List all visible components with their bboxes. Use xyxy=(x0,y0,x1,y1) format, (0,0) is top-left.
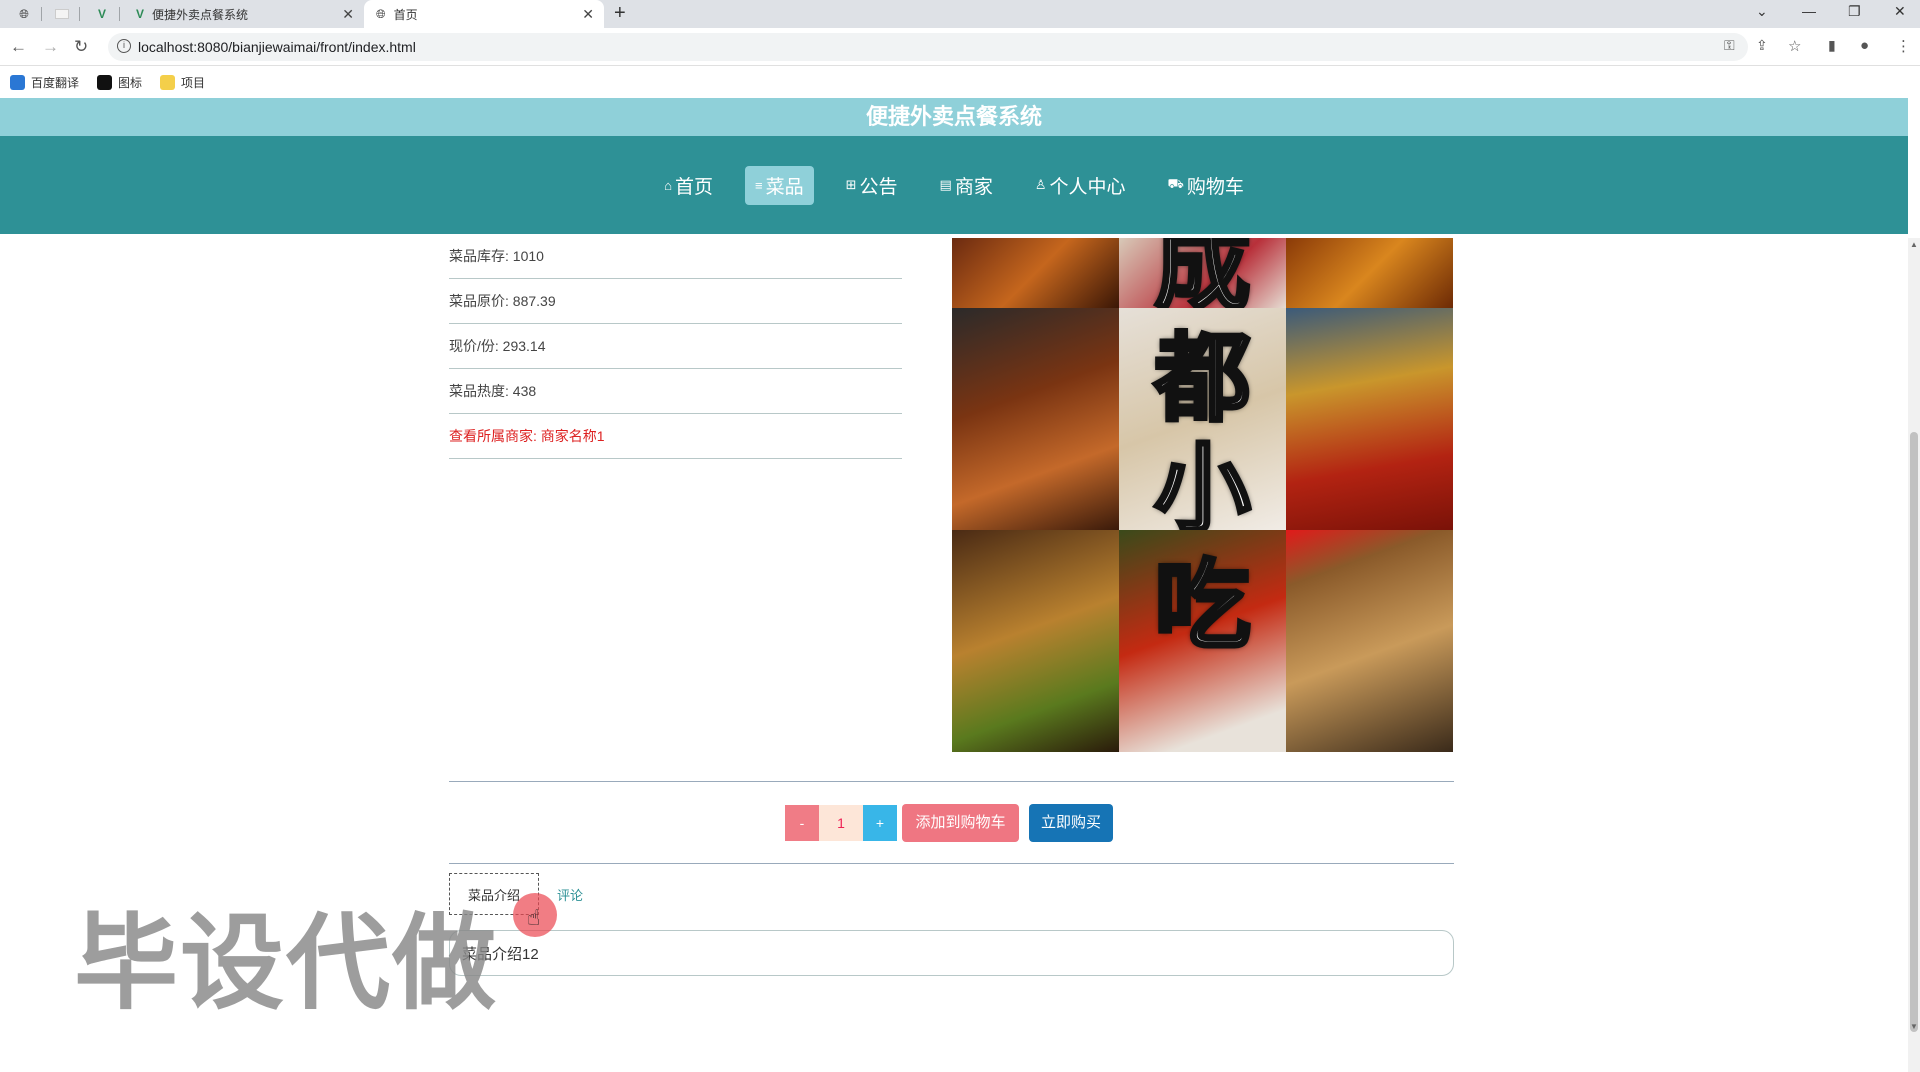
home-icon: ⌂ xyxy=(664,177,672,193)
food-tile xyxy=(952,238,1119,308)
close-window-button[interactable]: ✕ xyxy=(1894,3,1906,20)
tab-home[interactable]: 🌐︎ 首页 ✕ xyxy=(364,0,604,28)
buy-now-button[interactable]: 立即购买 xyxy=(1029,804,1113,842)
icon-font-icon xyxy=(97,74,113,90)
scroll-down-icon[interactable]: ▼ xyxy=(1910,1022,1918,1031)
divider xyxy=(449,781,1454,782)
food-tile: 吃 xyxy=(1119,530,1286,752)
minimize-button[interactable]: — xyxy=(1802,3,1816,19)
store-icon: ▤ xyxy=(939,177,952,192)
food-tile xyxy=(952,308,1119,530)
url-text: localhost:8080/bianjiewaimai/front/index… xyxy=(138,39,416,55)
pinned-tab-blank[interactable] xyxy=(44,0,80,28)
new-tab-button[interactable]: + xyxy=(614,2,626,25)
image-char: 成 xyxy=(1153,238,1253,308)
food-tile xyxy=(1286,530,1453,752)
divider xyxy=(449,863,1454,864)
food-tile xyxy=(1286,308,1453,530)
bookmarks-bar: 百度翻译 图标 项目 xyxy=(0,67,1920,97)
image-char: 吃 xyxy=(1153,547,1253,663)
merchant-link[interactable]: 查看所属商家: 商家名称1 xyxy=(449,414,902,459)
pinned-tab-vue[interactable]: V xyxy=(84,0,120,28)
watermark: 毕设代做 xyxy=(74,902,499,1024)
user-icon: ♙ xyxy=(1034,177,1047,192)
food-tile: 都 小 xyxy=(1119,308,1286,530)
site-title: 便捷外卖点餐系统 xyxy=(0,98,1908,136)
address-bar-row: ← → ↻ i localhost:8080/bianjiewaimai/fro… xyxy=(0,28,1920,66)
browser-tab-strip: 🌐︎ V V 便捷外卖点餐系统 ✕ 🌐︎ 首页 ✕ + ⌄ — ❐ ✕ xyxy=(0,0,1920,28)
popularity-row: 菜品热度: 438 xyxy=(449,369,902,414)
key-icon[interactable]: ⚿ xyxy=(1724,37,1735,54)
tab-title: 首页 xyxy=(393,7,418,22)
globe-icon: 🌐︎ xyxy=(376,6,386,21)
stock-row: 菜品库存: 1010 xyxy=(449,234,902,279)
vue-icon: V xyxy=(97,7,106,21)
nav-notices[interactable]: ⊞ 公告 xyxy=(836,166,908,205)
side-panel-icon[interactable]: ▮ xyxy=(1828,37,1836,54)
bookmark-baidu-translate[interactable]: 百度翻译 xyxy=(10,74,79,91)
cart-icon: ⛟ xyxy=(1167,176,1184,191)
nav-merchants[interactable]: ▤ 商家 xyxy=(930,166,1003,205)
bookmark-project[interactable]: 项目 xyxy=(160,74,205,91)
current-price-row: 现价/份: 293.14 xyxy=(449,324,902,369)
tab-system[interactable]: V 便捷外卖点餐系统 ✕ xyxy=(124,0,364,28)
menu-icon[interactable]: ⋮ xyxy=(1896,37,1911,55)
info-icon[interactable]: i xyxy=(117,39,131,53)
page-viewport: 便捷外卖点餐系统 ⌂ 首页 ≡ 菜品 ⊞ 公告 ▤ 商家 ♙ 个人中心 ⛟ 购物车 菜品库存… xyxy=(0,98,1908,1072)
scrollbar-thumb[interactable] xyxy=(1910,432,1918,1032)
food-tile: 成 xyxy=(1119,238,1286,308)
page-scrollbar[interactable]: ▲ ▼ xyxy=(1908,238,1920,1072)
globe-icon: 🌐︎ xyxy=(19,6,29,21)
pinned-tab-globe[interactable]: 🌐︎ xyxy=(6,0,42,28)
back-icon[interactable]: ← xyxy=(10,37,27,57)
forward-icon[interactable]: → xyxy=(42,37,59,57)
nav-home[interactable]: ⌂ 首页 xyxy=(654,166,723,205)
quantity-increment-button[interactable]: + xyxy=(863,805,897,841)
folder-icon xyxy=(160,74,176,90)
image-char: 小 xyxy=(1153,432,1253,530)
translate-icon xyxy=(10,74,25,90)
profile-icon[interactable]: ● xyxy=(1860,37,1869,54)
list-icon: ≡ xyxy=(754,177,763,193)
tab-search-icon[interactable]: ⌄ xyxy=(1756,3,1768,20)
nav-cart[interactable]: ⛟ 购物车 xyxy=(1158,166,1254,205)
intro-content: 菜品介绍12 xyxy=(449,930,1454,976)
close-icon[interactable]: ✕ xyxy=(582,6,594,23)
url-field[interactable]: i localhost:8080/bianjiewaimai/front/ind… xyxy=(108,33,1748,61)
close-icon[interactable]: ✕ xyxy=(342,6,354,23)
food-tile xyxy=(1286,238,1453,308)
bookmark-icons[interactable]: 图标 xyxy=(97,74,142,91)
scroll-up-icon[interactable]: ▲ xyxy=(1910,240,1918,249)
blank-page-icon xyxy=(55,9,69,19)
food-tile xyxy=(952,530,1119,752)
quantity-decrement-button[interactable]: - xyxy=(785,805,819,841)
nav-profile[interactable]: ♙ 个人中心 xyxy=(1025,166,1136,205)
star-icon[interactable]: ☆ xyxy=(1788,37,1801,55)
add-to-cart-button[interactable]: 添加到购物车 xyxy=(902,804,1019,842)
restore-button[interactable]: ❐ xyxy=(1848,3,1861,20)
original-price-row: 菜品原价: 887.39 xyxy=(449,279,902,324)
main-nav: ⌂ 首页 ≡ 菜品 ⊞ 公告 ▤ 商家 ♙ 个人中心 ⛟ 购物车 xyxy=(0,136,1908,234)
reload-icon[interactable]: ↻ xyxy=(74,37,88,57)
hand-cursor-icon: ☝ xyxy=(527,905,541,930)
nav-dishes[interactable]: ≡ 菜品 xyxy=(744,165,814,205)
vue-icon: V xyxy=(136,7,145,21)
product-image: 成 都 小 吃 xyxy=(952,238,1453,752)
tab-title: 便捷外卖点餐系统 xyxy=(152,7,249,22)
tab-comments[interactable]: 评论 xyxy=(557,885,583,904)
share-icon[interactable]: ⇪ xyxy=(1756,37,1768,54)
quantity-input[interactable]: 1 xyxy=(819,805,863,841)
grid-icon: ⊞ xyxy=(845,177,857,192)
